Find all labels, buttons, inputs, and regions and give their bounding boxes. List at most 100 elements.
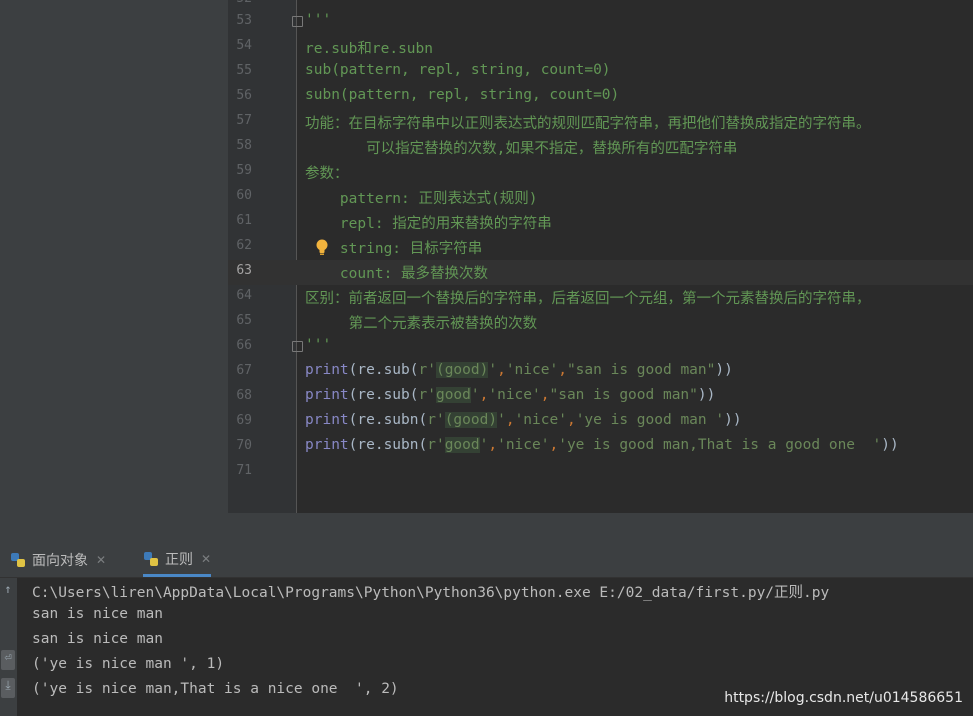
line-number: 58 bbox=[236, 138, 252, 153]
code-text: print(re.subn(r'(good)','nice','ye is go… bbox=[305, 412, 742, 428]
code-line[interactable]: 58 可以指定替换的次数,如果不指定，替换所有的匹配字符串 bbox=[228, 135, 973, 160]
tab-label: 面向对象 bbox=[32, 553, 88, 569]
code-line[interactable]: 71 bbox=[228, 460, 973, 485]
line-number: 57 bbox=[236, 113, 252, 128]
string-literal: "san is good man" bbox=[566, 362, 716, 378]
close-icon[interactable]: ✕ bbox=[96, 553, 106, 567]
code-call: (re.sub( bbox=[348, 362, 419, 378]
line-number: 53 bbox=[236, 13, 252, 28]
code-line[interactable]: 64 区别：前者返回一个替换后的字符串，后者返回一个元组，第一个元素替换后的字符… bbox=[228, 285, 973, 310]
code-line[interactable]: 59 参数： bbox=[228, 160, 973, 185]
string-literal: 'nice' bbox=[497, 437, 550, 453]
code-text: pattern: 正则表达式(规则) bbox=[305, 191, 538, 207]
python-icon bbox=[11, 553, 25, 567]
regex-group: (good) bbox=[444, 412, 498, 428]
line-number: 68 bbox=[236, 388, 252, 403]
string-literal: ' bbox=[470, 387, 480, 403]
string-literal: 'ye is good man,That is a good one ' bbox=[558, 437, 882, 453]
regex-group: good bbox=[444, 437, 480, 453]
code-text: ''' bbox=[305, 337, 332, 353]
code-line[interactable]: 57 功能：在目标字符串中以正则表达式的规则匹配字符串，再把他们替换成指定的字符… bbox=[228, 110, 973, 135]
line-number: 66 bbox=[236, 338, 252, 353]
comma: , bbox=[505, 412, 515, 428]
code-line[interactable]: 53 ''' bbox=[228, 10, 973, 35]
code-line[interactable]: 61 repl: 指定的用来替换的字符串 bbox=[228, 210, 973, 235]
line-number: 56 bbox=[236, 88, 252, 103]
code-line[interactable]: 55 sub(pattern, repl, string, count=0) bbox=[228, 60, 973, 85]
tab-object-oriented[interactable]: 面向对象 ✕ bbox=[10, 543, 106, 577]
console-toolbar: ↑ ⏎ ⤓ bbox=[0, 578, 17, 716]
code-text: sub(pattern, repl, string, count=0) bbox=[305, 62, 611, 78]
line-number: 60 bbox=[236, 188, 252, 203]
string-literal: r' bbox=[427, 437, 445, 453]
up-arrow-icon[interactable]: ↑ bbox=[1, 582, 15, 602]
editor-bottom-bar bbox=[228, 513, 973, 543]
code-line[interactable]: 62 string: 目标字符串 bbox=[228, 235, 973, 260]
code-close: )) bbox=[724, 412, 742, 428]
code-text: ''' bbox=[305, 12, 332, 28]
string-literal: ' bbox=[488, 362, 498, 378]
line-number: 65 bbox=[236, 313, 252, 328]
code-line-current[interactable]: 63 count: 最多替换次数 bbox=[228, 260, 973, 285]
keyword-print: print bbox=[305, 362, 349, 378]
scroll-to-end-icon[interactable]: ⤓ bbox=[1, 678, 15, 698]
line-number: 64 bbox=[236, 288, 252, 303]
code-text: print(re.sub(r'(good)','nice',"san is go… bbox=[305, 362, 733, 378]
code-text: repl: 指定的用来替换的字符串 bbox=[305, 216, 552, 232]
run-tab-bar: 面向对象 ✕ 正则 ✕ bbox=[0, 543, 973, 578]
string-literal: r' bbox=[418, 362, 436, 378]
code-text: count: 最多替换次数 bbox=[305, 266, 489, 282]
comma: , bbox=[488, 437, 498, 453]
string-literal: ' bbox=[497, 412, 506, 428]
string-literal: 'nice' bbox=[505, 362, 559, 378]
code-call: (re.sub( bbox=[348, 387, 419, 403]
code-editor[interactable]: 52 53 ''' 54 re.sub和re.subn 55 sub(patte… bbox=[228, 0, 973, 543]
string-literal: r' bbox=[427, 412, 445, 428]
project-sidebar bbox=[0, 0, 228, 543]
line-number: 59 bbox=[236, 163, 252, 178]
comma: , bbox=[497, 362, 506, 378]
string-literal: r' bbox=[418, 387, 436, 403]
code-line[interactable]: 69 print(re.subn(r'(good)','nice','ye is… bbox=[228, 410, 973, 435]
watermark: https://blog.csdn.net/u014586651 bbox=[724, 690, 963, 706]
keyword-print: print bbox=[305, 437, 349, 453]
line-number: 63 bbox=[236, 263, 252, 278]
fold-marker-icon[interactable] bbox=[292, 16, 303, 27]
string-literal: "san is good man" bbox=[549, 387, 698, 403]
line-number: 54 bbox=[236, 38, 252, 53]
console-output-line: ('ye is nice man,That is a nice one ', 2… bbox=[32, 681, 399, 697]
line-number: 52 bbox=[228, 0, 252, 6]
code-line[interactable]: 70 print(re.subn(r'good','nice','ye is g… bbox=[228, 435, 973, 460]
close-icon[interactable]: ✕ bbox=[201, 552, 211, 566]
regex-group: (good) bbox=[435, 362, 489, 378]
fold-marker-icon[interactable] bbox=[292, 341, 303, 352]
tab-regex[interactable]: 正则 ✕ bbox=[143, 543, 212, 577]
code-line[interactable]: 65 第二个元素表示被替换的次数 bbox=[228, 310, 973, 335]
code-text: 功能：在目标字符串中以正则表达式的规则匹配字符串，再把他们替换成指定的字符串。 bbox=[305, 116, 871, 132]
soft-wrap-icon[interactable]: ⏎ bbox=[1, 650, 15, 670]
console-output-line: san is nice man bbox=[32, 631, 163, 647]
code-line[interactable]: 56 subn(pattern, repl, string, count=0) bbox=[228, 85, 973, 110]
code-line[interactable]: 67 print(re.sub(r'(good)','nice',"san is… bbox=[228, 360, 973, 385]
code-line[interactable]: 54 re.sub和re.subn bbox=[228, 35, 973, 60]
code-text: print(re.sub(r'good','nice',"san is good… bbox=[305, 387, 715, 403]
code-text: re.sub和re.subn bbox=[305, 41, 433, 57]
line-number: 67 bbox=[236, 363, 252, 378]
code-text: string: 目标字符串 bbox=[305, 241, 483, 257]
keyword-print: print bbox=[305, 387, 349, 403]
code-line[interactable]: 60 pattern: 正则表达式(规则) bbox=[228, 185, 973, 210]
string-literal: 'nice' bbox=[514, 412, 567, 428]
code-text: 参数： bbox=[305, 166, 349, 182]
code-line[interactable]: 66 ''' bbox=[228, 335, 973, 360]
console-output-line: ('ye is nice man ', 1) bbox=[32, 656, 225, 672]
string-literal: 'nice' bbox=[488, 387, 541, 403]
line-number: 71 bbox=[236, 463, 252, 478]
regex-group: good bbox=[435, 387, 471, 403]
keyword-print: print bbox=[305, 412, 349, 428]
console-output-line: san is nice man bbox=[32, 606, 163, 622]
code-call: (re.subn( bbox=[348, 412, 428, 428]
line-number: 61 bbox=[236, 213, 252, 228]
line-number: 70 bbox=[236, 438, 252, 453]
code-line[interactable]: 68 print(re.sub(r'good','nice',"san is g… bbox=[228, 385, 973, 410]
code-text: 第二个元素表示被替换的次数 bbox=[305, 316, 538, 332]
